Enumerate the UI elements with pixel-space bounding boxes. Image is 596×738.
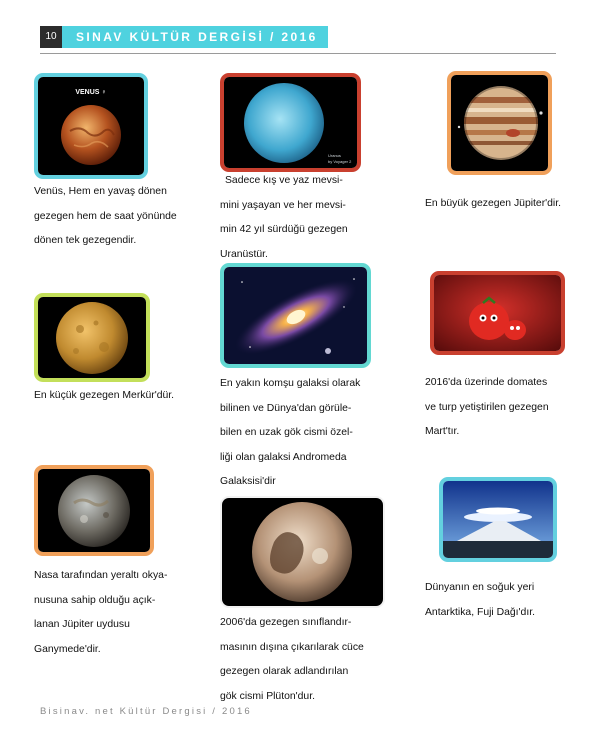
andromeda-caption-line: liği olan galaksi Andromeda xyxy=(220,451,347,463)
ganymede-caption-line: nusuna sahip olduğu açık- xyxy=(34,594,156,606)
ganymede-caption-line: Ganymede'dir. xyxy=(34,643,101,655)
andromeda-caption-line: En yakın komşu galaksi olarak xyxy=(220,378,361,389)
mars-caption-line: ve turp yetiştirilen gezegen xyxy=(425,401,549,413)
jupiter-caption: En büyük gezegen Jüpiter'dir. xyxy=(425,192,561,217)
pluto-planet-graphic xyxy=(222,498,383,606)
magazine-title: SINAV KÜLTÜR DERGİSİ / 2016 xyxy=(76,30,318,44)
header-bar: 10 SINAV KÜLTÜR DERGİSİ / 2016 xyxy=(40,26,328,48)
uranus-caption-line: Sadece kış ve yaz mevsi- xyxy=(225,175,343,186)
uranus-caption-line: mini yaşayan ve her mevsi- xyxy=(220,199,346,211)
pluto-caption-line: masının dışına çıkarılarak cüce xyxy=(220,641,364,653)
uranus-credit-1: Uranus xyxy=(328,153,341,158)
venus-caption: Venüs, Hem en yavaş dönen gezegen hem de… xyxy=(34,180,177,254)
ganymede-image xyxy=(34,465,154,556)
venus-caption-line: gezegen hem de saat yönünde xyxy=(34,210,177,222)
mercury-caption-line: En küçük gezegen Merkür'dür. xyxy=(34,390,175,401)
uranus-planet-graphic: Uranus by Voyager 2 xyxy=(224,77,357,168)
ganymede-caption: Nasa tarafından yeraltı okya- nusuna sah… xyxy=(34,564,167,662)
andromeda-caption-line: bilen en uzak gök cismi özel- xyxy=(220,427,353,438)
ganymede-caption-line: Nasa tarafından yeraltı okya- xyxy=(34,570,168,581)
mercury-planet-graphic xyxy=(38,297,146,378)
andromeda-caption-line: bilinen ve Dünya'dan görüle- xyxy=(220,402,352,414)
ganymede-moon-graphic xyxy=(38,469,150,552)
venus-caption-line: Venüs, Hem en yavaş dönen xyxy=(34,186,167,197)
jupiter-planet-graphic xyxy=(451,75,548,171)
uranus-image: Uranus by Voyager 2 xyxy=(220,73,361,172)
jupiter-image xyxy=(447,71,552,175)
fuji-caption-line: Dünyanın en soğuk yeri xyxy=(425,582,535,593)
mercury-caption: En küçük gezegen Merkür'dür. xyxy=(34,384,174,409)
mercury-image xyxy=(34,293,150,382)
mars-caption: 2016'da üzerinde domates ve turp yetişti… xyxy=(425,371,549,445)
uranus-credit-2: by Voyager 2 xyxy=(328,159,352,164)
pluto-caption-line: gezegen olarak adlandırılan xyxy=(220,666,349,677)
footer-text: Bisinav. net Kültür Dergisi / 2016 xyxy=(40,706,252,717)
fuji-caption: Dünyanın en soğuk yeri Antarktika, Fuji … xyxy=(425,576,535,625)
ganymede-caption-line: lanan Jüpiter uydusu xyxy=(34,619,130,630)
pluto-image xyxy=(220,496,385,608)
mars-image xyxy=(430,271,565,355)
header-divider xyxy=(40,53,556,54)
pluto-caption-line: 2006'da gezegen sınıflandır- xyxy=(220,617,352,628)
venus-image: VENUS ♀ xyxy=(34,73,148,179)
uranus-caption-line: Uranüstür. xyxy=(220,248,268,260)
mars-tomato-graphic xyxy=(434,275,561,351)
venus-caption-line: dönen tek gezegendir. xyxy=(34,235,137,246)
fuji-mountain-graphic xyxy=(443,481,553,558)
venus-image-label: VENUS ♀ xyxy=(75,89,106,96)
uranus-caption-line: min 42 yıl sürdüğü gezegen xyxy=(220,224,348,235)
andromeda-caption: En yakın komşu galaksi olarak bilinen ve… xyxy=(220,372,360,495)
uranus-caption: Sadece kış ve yaz mevsi- mini yaşayan ve… xyxy=(220,169,348,267)
page-number: 10 xyxy=(40,26,62,48)
pluto-caption: 2006'da gezegen sınıflandır- masının dış… xyxy=(220,611,364,709)
andromeda-image xyxy=(220,263,371,368)
andromeda-galaxy-graphic xyxy=(224,267,367,364)
fuji-image xyxy=(439,477,557,562)
jupiter-caption-line: En büyük gezegen Jüpiter'dir. xyxy=(425,198,561,209)
andromeda-caption-line: Galaksisi'dir xyxy=(220,476,276,487)
mars-caption-line: Mart'tır. xyxy=(425,426,460,437)
venus-planet-graphic: VENUS ♀ xyxy=(38,77,144,175)
mars-caption-line: 2016'da üzerinde domates xyxy=(425,377,548,388)
fuji-caption-line: Antarktika, Fuji Dağı'dır. xyxy=(425,606,535,618)
